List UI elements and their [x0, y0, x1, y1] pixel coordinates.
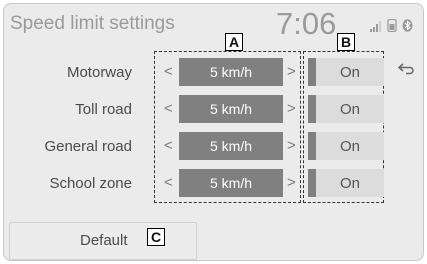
- speed-value-school-zone: 5 km/h: [179, 169, 283, 197]
- clock: 7:06: [276, 6, 337, 41]
- toggle-button-general-road[interactable]: On: [308, 132, 384, 160]
- speed-value-general-road: 5 km/h: [179, 132, 283, 160]
- toggle-label: On: [339, 100, 360, 118]
- back-arrow-icon: [397, 62, 415, 81]
- phone-icon: [387, 18, 397, 37]
- toggle-label: On: [339, 137, 360, 155]
- toggle-button-motorway[interactable]: On: [308, 58, 384, 86]
- decrease-button-school-zone[interactable]: <: [164, 174, 173, 191]
- decrease-button-general-road[interactable]: <: [164, 137, 173, 154]
- toggle-label: On: [339, 174, 360, 192]
- bluetooth-icon: [402, 19, 413, 37]
- speed-value-toll-road: 5 km/h: [179, 95, 283, 123]
- screen-frame: Speed limit settings 7:06 A B Motorway <…: [3, 3, 424, 261]
- page-title: Speed limit settings: [10, 13, 175, 34]
- callout-a: A: [225, 33, 243, 51]
- toggle-button-toll-road[interactable]: On: [308, 95, 384, 123]
- increase-button-motorway[interactable]: >: [287, 63, 296, 80]
- row-label-school-zone: School zone: [49, 175, 132, 192]
- toggle-indicator: [308, 58, 316, 86]
- toggle-indicator: [308, 95, 316, 123]
- back-button[interactable]: [388, 57, 423, 85]
- toggle-label: On: [339, 63, 360, 81]
- signal-icon: [370, 19, 382, 37]
- row-label-toll-road: Toll road: [75, 101, 132, 118]
- row-label-general-road: General road: [44, 138, 132, 155]
- increase-button-school-zone[interactable]: >: [287, 174, 296, 191]
- increase-button-general-road[interactable]: >: [287, 137, 296, 154]
- speed-value-motorway: 5 km/h: [179, 58, 283, 86]
- default-button-label: Default: [80, 232, 128, 249]
- decrease-button-motorway[interactable]: <: [164, 63, 173, 80]
- callout-c: C: [147, 228, 165, 246]
- increase-button-toll-road[interactable]: >: [287, 100, 296, 117]
- toggle-indicator: [308, 169, 316, 197]
- toggle-button-school-zone[interactable]: On: [308, 169, 384, 197]
- default-button[interactable]: Default: [9, 222, 197, 260]
- toggle-indicator: [308, 132, 316, 160]
- decrease-button-toll-road[interactable]: <: [164, 100, 173, 117]
- row-label-motorway: Motorway: [66, 64, 132, 81]
- callout-b: B: [337, 33, 355, 51]
- status-icons: [370, 18, 420, 33]
